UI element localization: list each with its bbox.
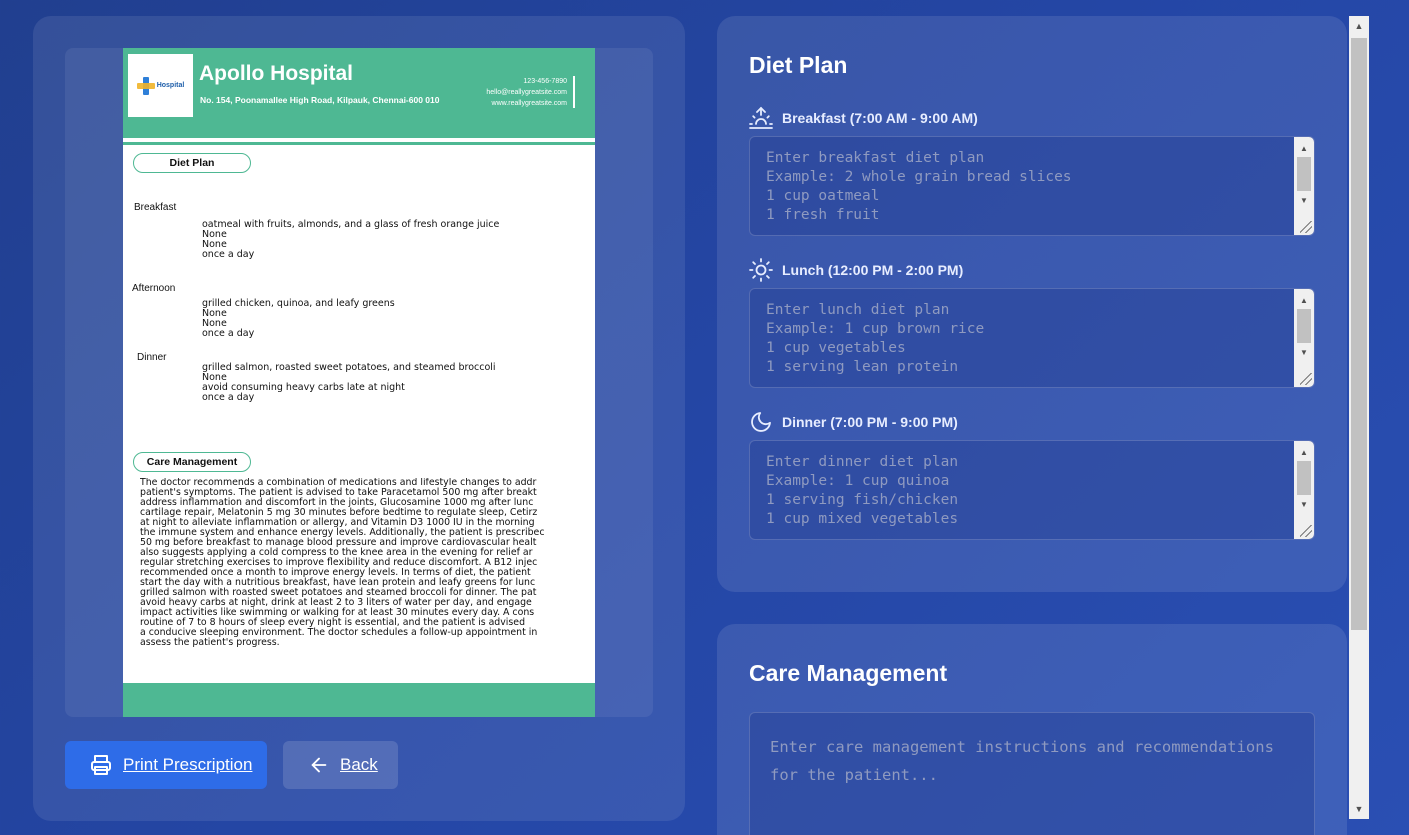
dinner-placeholder: Enter dinner diet plan Example: 1 cup qu…	[766, 454, 959, 527]
care-management-placeholder: Enter care management instructions and r…	[770, 738, 1274, 784]
meal-label-breakfast: Breakfast	[134, 202, 177, 213]
scroll-up-icon[interactable]: ▲	[1294, 445, 1314, 459]
meal-line: None	[202, 308, 227, 319]
sun-icon	[749, 258, 773, 282]
scroll-thumb[interactable]	[1351, 38, 1367, 630]
page-scrollbar[interactable]: ▲ ▼	[1349, 16, 1369, 819]
breakfast-label-row: Breakfast (7:00 AM - 9:00 AM)	[749, 106, 978, 130]
scroll-thumb[interactable]	[1297, 309, 1311, 343]
hospital-name: Apollo Hospital	[199, 62, 353, 85]
diet-plan-title: Diet Plan	[749, 52, 848, 78]
hospital-phone: 123-456-7890	[523, 78, 567, 85]
dinner-label-row: Dinner (7:00 PM - 9:00 PM)	[749, 410, 958, 434]
lunch-textarea[interactable]: Enter lunch diet plan Example: 1 cup bro…	[749, 288, 1315, 388]
meal-line: oatmeal with fruits, almonds, and a glas…	[202, 219, 500, 230]
meal-line: grilled salmon, roasted sweet potatoes, …	[202, 362, 496, 373]
resize-handle-icon[interactable]	[1300, 373, 1312, 385]
meal-line: None	[202, 229, 227, 240]
hospital-email: hello@reallygreatsite.com	[486, 89, 567, 96]
scroll-up-icon[interactable]: ▲	[1294, 293, 1314, 307]
care-management-text: The doctor recommends a combination of m…	[140, 478, 545, 648]
breakfast-textarea[interactable]: Enter breakfast diet plan Example: 2 who…	[749, 136, 1315, 236]
scroll-down-icon[interactable]: ▼	[1294, 497, 1314, 511]
scroll-thumb[interactable]	[1297, 157, 1311, 191]
meal-label-dinner: Dinner	[137, 352, 167, 363]
hospital-logo: Hospital	[128, 54, 193, 117]
back-label: Back	[340, 755, 378, 774]
letterhead: Hospital Apollo Hospital No. 154, Poonam…	[123, 48, 595, 138]
diet-plan-heading: Diet Plan	[133, 153, 251, 173]
textarea-scrollbar[interactable]: ▲ ▼	[1294, 137, 1314, 235]
divider	[123, 142, 595, 145]
dinner-label: Dinner (7:00 PM - 9:00 PM)	[782, 414, 958, 430]
care-management-heading: Care Management	[133, 452, 251, 472]
lunch-placeholder: Enter lunch diet plan Example: 1 cup bro…	[766, 302, 985, 375]
divider	[573, 76, 575, 108]
meal-line: grilled chicken, quinoa, and leafy green…	[202, 298, 395, 309]
meal-details-dinner: grilled salmon, roasted sweet potatoes, …	[202, 363, 496, 403]
lunch-label-row: Lunch (12:00 PM - 2:00 PM)	[749, 258, 963, 282]
print-prescription-button[interactable]: Print Prescription	[65, 741, 267, 789]
back-button[interactable]: Back	[283, 741, 398, 789]
sunrise-icon	[749, 106, 773, 129]
resize-handle-icon[interactable]	[1300, 525, 1312, 537]
diet-plan-card: Diet Plan Breakfast (7:00 AM - 9:00 AM) …	[717, 16, 1347, 592]
scroll-down-icon[interactable]: ▼	[1294, 345, 1314, 359]
resize-handle-icon[interactable]	[1300, 221, 1312, 233]
lunch-label: Lunch (12:00 PM - 2:00 PM)	[782, 262, 964, 278]
moon-icon	[751, 412, 771, 432]
scroll-up-icon[interactable]: ▲	[1294, 141, 1314, 155]
meal-label-afternoon: Afternoon	[132, 283, 176, 294]
prescription-preview: Hospital Apollo Hospital No. 154, Poonam…	[65, 48, 653, 717]
prescription-document: Hospital Apollo Hospital No. 154, Poonam…	[123, 48, 595, 717]
hospital-address: No. 154, Poonamallee High Road, Kilpauk,…	[200, 95, 440, 105]
letterhead-footer	[123, 683, 595, 717]
textarea-scrollbar[interactable]: ▲ ▼	[1294, 289, 1314, 387]
care-management-card: Care Management Enter care management in…	[717, 624, 1347, 835]
prescription-panel: Hospital Apollo Hospital No. 154, Poonam…	[33, 16, 685, 821]
textarea-scrollbar[interactable]: ▲ ▼	[1294, 441, 1314, 539]
medical-cross-icon	[136, 76, 155, 95]
meal-line: once a day	[202, 328, 255, 339]
print-label: Print Prescription	[123, 755, 253, 774]
meal-line: once a day	[202, 249, 255, 260]
arrow-left-icon	[311, 757, 327, 773]
care-management-textarea[interactable]: Enter care management instructions and r…	[749, 712, 1315, 835]
breakfast-placeholder: Enter breakfast diet plan Example: 2 who…	[766, 150, 1072, 223]
scroll-thumb[interactable]	[1297, 461, 1311, 495]
meal-line: once a day	[202, 392, 255, 403]
meal-details-breakfast: oatmeal with fruits, almonds, and a glas…	[202, 220, 499, 260]
scroll-down-icon[interactable]: ▼	[1349, 801, 1369, 817]
breakfast-label: Breakfast (7:00 AM - 9:00 AM)	[782, 110, 978, 126]
hospital-contact: 123-456-7890 hello@reallygreatsite.com w…	[486, 76, 567, 109]
hospital-website: www.reallygreatsite.com	[491, 100, 567, 107]
scroll-up-icon[interactable]: ▲	[1349, 18, 1369, 34]
dinner-textarea[interactable]: Enter dinner diet plan Example: 1 cup qu…	[749, 440, 1315, 540]
scroll-down-icon[interactable]: ▼	[1294, 193, 1314, 207]
printer-icon	[91, 755, 111, 775]
care-management-title: Care Management	[749, 660, 948, 686]
meal-details-afternoon: grilled chicken, quinoa, and leafy green…	[202, 299, 395, 339]
